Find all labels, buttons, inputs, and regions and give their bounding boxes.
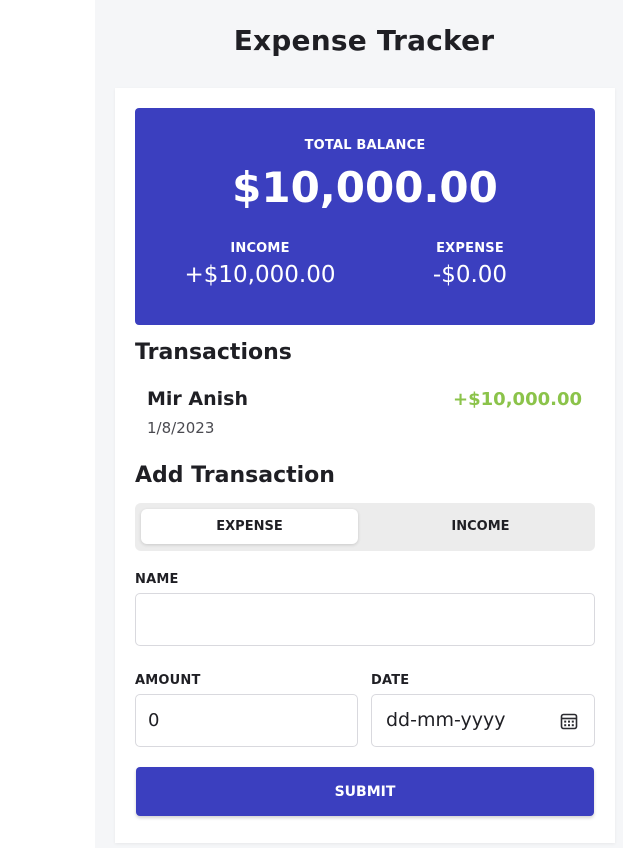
- transaction-type-toggle: EXPENSE INCOME: [135, 503, 595, 551]
- name-label: NAME: [135, 572, 179, 587]
- date-placeholder: dd-mm-yyyy: [386, 709, 506, 731]
- transaction-date: 1/8/2023: [147, 419, 215, 437]
- transaction-item[interactable]: Mir Anish 1/8/2023 +$10,000.00: [147, 388, 582, 442]
- total-balance-label: TOTAL BALANCE: [304, 138, 426, 153]
- tracker-card: TOTAL BALANCE $10,000.00 INCOME +$10,000…: [115, 88, 615, 843]
- income-toggle-button[interactable]: INCOME: [372, 509, 589, 544]
- total-balance-value: $10,000.00: [232, 163, 498, 212]
- transactions-title: Transactions: [135, 340, 292, 365]
- calendar-icon[interactable]: [559, 711, 579, 731]
- submit-button[interactable]: SUBMIT: [136, 767, 594, 816]
- amount-input[interactable]: [135, 694, 358, 747]
- expense-label: EXPENSE: [436, 241, 504, 256]
- add-transaction-title: Add Transaction: [135, 463, 335, 488]
- app-title: Expense Tracker: [233, 24, 495, 57]
- name-input[interactable]: [135, 593, 595, 646]
- date-label: DATE: [371, 673, 410, 688]
- expense-summary: EXPENSE -$0.00: [355, 241, 585, 288]
- date-input[interactable]: dd-mm-yyyy: [371, 694, 595, 747]
- income-summary: INCOME +$10,000.00: [145, 241, 375, 288]
- amount-label: AMOUNT: [135, 673, 201, 688]
- transaction-amount: +$10,000.00: [453, 389, 582, 410]
- balance-summary: TOTAL BALANCE $10,000.00 INCOME +$10,000…: [135, 108, 595, 325]
- income-label: INCOME: [230, 241, 290, 256]
- transaction-name: Mir Anish: [147, 388, 248, 410]
- expense-toggle-button[interactable]: EXPENSE: [141, 509, 358, 544]
- expense-value: -$0.00: [432, 262, 508, 288]
- income-value: +$10,000.00: [184, 262, 336, 288]
